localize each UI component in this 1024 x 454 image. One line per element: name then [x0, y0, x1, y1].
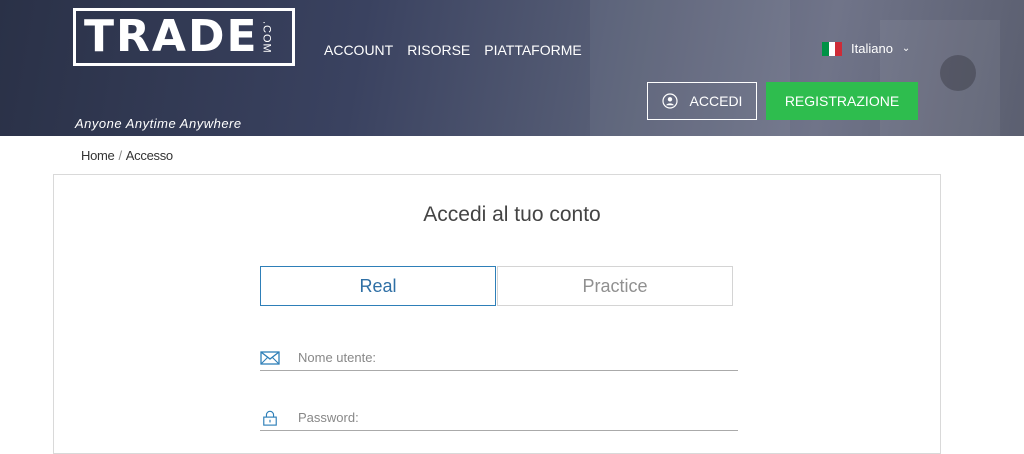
register-button-label: REGISTRAZIONE [784, 93, 900, 109]
breadcrumb-home[interactable]: Home [81, 148, 115, 163]
tab-practice[interactable]: Practice [497, 266, 733, 306]
lock-icon [263, 410, 277, 426]
username-input[interactable] [298, 350, 718, 365]
envelope-icon [260, 350, 280, 365]
language-selector[interactable]: Italiano ⌄ [822, 41, 910, 56]
language-label: Italiano [851, 41, 893, 56]
password-field [260, 405, 738, 431]
header-background-shape [940, 55, 976, 91]
login-button[interactable]: ACCEDI [647, 82, 757, 120]
page-title: Accedi al tuo conto [423, 203, 601, 226]
breadcrumb-current: Accesso [125, 148, 173, 163]
tagline: Anyone Anytime Anywhere [75, 116, 242, 131]
tab-practice-label: Practice [582, 275, 648, 296]
nav-item-account[interactable]: ACCOUNT [324, 42, 393, 58]
logo-suffix: .COM [260, 20, 273, 54]
nav-item-piattaforme[interactable]: PIATTAFORME [484, 42, 581, 58]
user-icon [661, 93, 678, 109]
login-button-label: ACCEDI [689, 93, 743, 109]
tab-real[interactable]: Real [260, 266, 496, 306]
logo-text: TRADE [84, 11, 259, 62]
chevron-down-icon: ⌄ [901, 43, 911, 54]
breadcrumb: Home / Accesso [81, 148, 173, 163]
nav-item-risorse[interactable]: RISORSE [407, 42, 470, 58]
breadcrumb-separator: / [118, 148, 122, 163]
register-button[interactable]: REGISTRAZIONE [766, 82, 918, 120]
tab-real-label: Real [359, 275, 397, 296]
site-header: TRADE .COM Anyone Anytime Anywhere ACCOU… [0, 0, 1024, 136]
password-input[interactable] [298, 410, 718, 425]
italy-flag-icon [822, 41, 843, 56]
site-logo[interactable]: TRADE .COM [73, 8, 295, 66]
username-field [260, 345, 738, 371]
main-nav: ACCOUNT RISORSE PIATTAFORME [324, 42, 582, 58]
